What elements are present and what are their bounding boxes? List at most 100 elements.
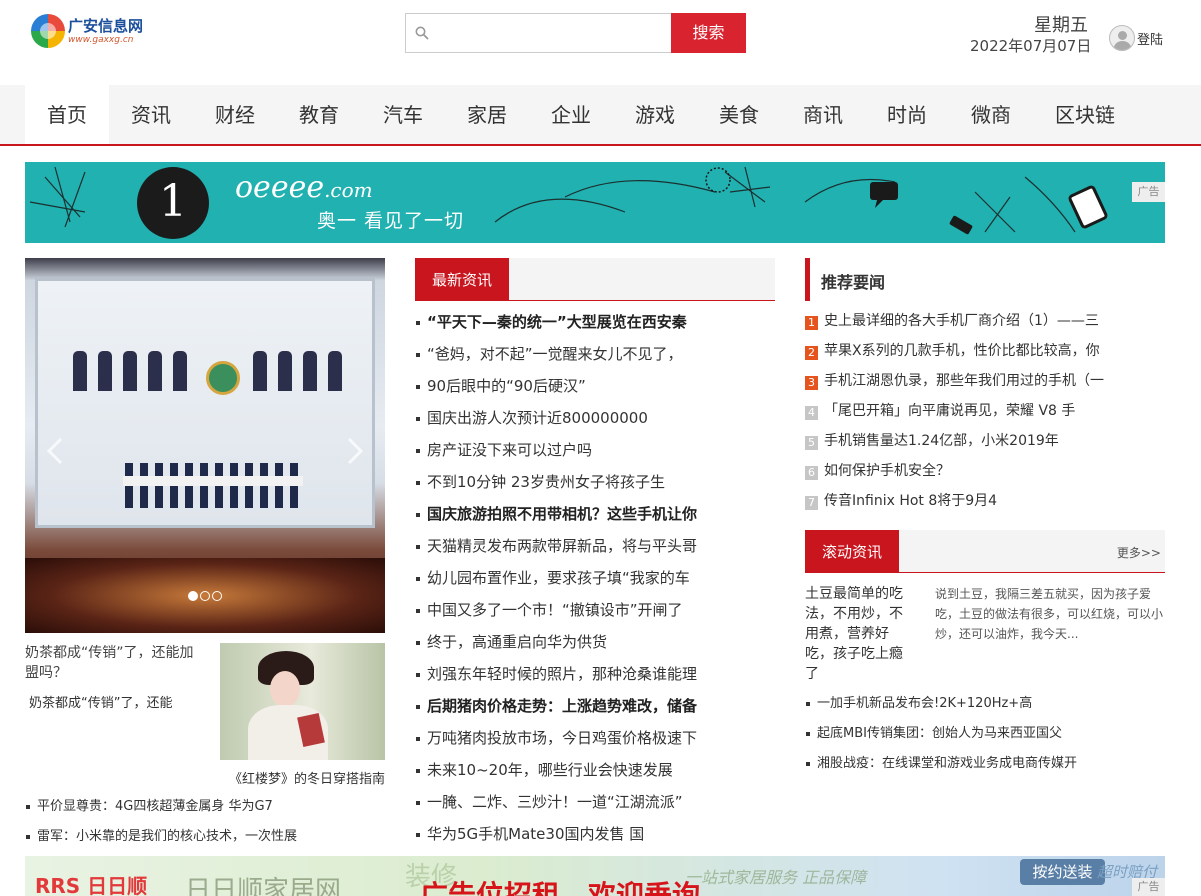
search-input[interactable] xyxy=(436,14,666,52)
rank-badge: 6 xyxy=(805,466,818,480)
banner-ad[interactable]: 1 oeeee.com 奥一 看见了一切 广告 xyxy=(25,162,1165,243)
emblem-icon xyxy=(206,361,240,395)
nav-item-food[interactable]: 美食 xyxy=(697,85,781,144)
nav-item-blockchain[interactable]: 区块链 xyxy=(1033,85,1137,144)
rolling-news-list: 一加手机新品发布会!2K+120Hz+高 起底MBI传销集团：创始人为马来西亚国… xyxy=(805,689,1165,779)
list-item[interactable]: 7 传音Infinix Hot 8将于9月4 xyxy=(805,486,1165,516)
nav-item-games[interactable]: 游戏 xyxy=(613,85,697,144)
list-item[interactable]: 刘强东年轻时候的照片，那种沧桑谁能理 xyxy=(415,658,775,690)
nav-item-business[interactable]: 商讯 xyxy=(781,85,865,144)
list-item[interactable]: “爸妈，对不起”一觉醒来女儿不见了， xyxy=(415,338,775,370)
list-item[interactable]: 华为5G手机Mate30国内发售 国 xyxy=(415,818,775,850)
chevron-left-icon xyxy=(46,437,63,465)
search-icon xyxy=(415,26,429,40)
list-item[interactable]: 90后眼中的“90后硬汉” xyxy=(415,370,775,402)
stage-people-decoration xyxy=(123,463,303,508)
list-item[interactable]: 1 史上最详细的各大手机厂商介绍（1）——三 xyxy=(805,306,1165,336)
list-item[interactable]: 4 「尾巴开箱」向平庸说再见，荣耀 V8 手 xyxy=(805,396,1165,426)
logo-url: www.gaxxg.cn xyxy=(68,35,134,45)
bottom-ad-headline: 广告位招租，欢迎垂询 xyxy=(420,879,701,896)
tab-latest-news[interactable]: 最新资讯 xyxy=(415,258,509,300)
ad-tag: 广告 xyxy=(1132,878,1165,896)
rank-badge: 2 xyxy=(805,346,818,360)
ad-tag: 广告 xyxy=(1132,182,1165,202)
nav-item-finance[interactable]: 财经 xyxy=(193,85,277,144)
rank-badge: 7 xyxy=(805,496,818,510)
list-item[interactable]: 房产证没下来可以过户吗 xyxy=(415,434,775,466)
bottom-banner-ad[interactable]: RRS 日日顺 日日顺家居网 装修 广告位招租，欢迎垂询 一站式家居服务 正品保… xyxy=(25,856,1165,896)
weekday: 星期五 xyxy=(1034,15,1088,36)
nav-item-education[interactable]: 教育 xyxy=(277,85,361,144)
nav-item-home[interactable]: 首页 xyxy=(25,85,109,144)
carousel-next-button[interactable] xyxy=(343,436,367,466)
bottom-ad-faint-text: 一站式家居服务 正品保障 xyxy=(685,868,867,887)
rolling-image-alt[interactable]: 土豆最简单的吃法，不用炒，不用煮，营养好吃，孩子吃上瘾了 xyxy=(805,584,915,684)
list-item[interactable]: 5 手机销售量达1.24亿部，小米2019年 xyxy=(805,426,1165,456)
login-link[interactable]: 登陆 xyxy=(1137,29,1163,48)
list-item[interactable]: 中国又多了一个市！“撤镇设市”开闸了 xyxy=(415,594,775,626)
list-item[interactable]: “平天下—秦的统一”大型展览在西安秦 xyxy=(415,306,775,338)
banner-brand: oeeee.com xyxy=(235,170,373,205)
list-item[interactable]: 起底MBI传销集团：创始人为马来西亚国父 xyxy=(805,719,1165,749)
rank-badge: 1 xyxy=(805,316,818,330)
list-item[interactable]: 万吨猪肉投放市场，今日鸡蛋价格极速下 xyxy=(415,722,775,754)
list-item[interactable]: 国庆出游人次预计近800000000 xyxy=(415,402,775,434)
search-button[interactable]: 搜索 xyxy=(671,13,746,53)
latest-news-list: “平天下—秦的统一”大型展览在西安秦 “爸妈，对不起”一觉醒来女儿不见了， 90… xyxy=(415,306,775,850)
rolling-news-header: 滚动资讯 更多>> xyxy=(805,530,1165,573)
header: 广安信息网 www.gaxxg.cn 搜索 星期五 2022年07月07日 登陆 xyxy=(0,0,1201,85)
rolling-description: 说到土豆，我隔三差五就买，因为孩子爱吃，土豆的做法有很多，可以红烧，可以小炒，还… xyxy=(935,587,1164,641)
date: 2022年07月07日 xyxy=(970,37,1092,55)
list-item[interactable]: 6 如何保护手机安全？ xyxy=(805,456,1165,486)
nav-item-home-living[interactable]: 家居 xyxy=(445,85,529,144)
nav-item-enterprise[interactable]: 企业 xyxy=(529,85,613,144)
list-item[interactable]: 天猫精灵发布两款带屏新品，将与平头哥 xyxy=(415,530,775,562)
main-nav: 首页 资讯 财经 教育 汽车 家居 企业 游戏 美食 商讯 时尚 微商 区块链 xyxy=(0,85,1201,146)
user-avatar-icon[interactable] xyxy=(1109,25,1135,51)
banner-slogan: 奥一 看见了一切 xyxy=(317,210,465,232)
latest-news-header: 最新资讯 xyxy=(415,258,775,301)
list-item[interactable]: 不到10分钟 23岁贵州女子将孩子生 xyxy=(415,466,775,498)
bottom-ad-site: 日日顺家居网 xyxy=(185,876,342,896)
list-item[interactable]: 未来10~20年，哪些行业会快速发展 xyxy=(415,754,775,786)
rank-badge: 4 xyxy=(805,406,818,420)
list-item[interactable]: 国庆旅游拍照不用带相机？这些手机让你 xyxy=(415,498,775,530)
recommended-header: 推荐要闻 xyxy=(805,258,1165,301)
site-logo[interactable]: 广安信息网 www.gaxxg.cn xyxy=(31,14,151,50)
list-item[interactable]: 3 手机江湖恩仇录，那些年我们用过的手机（一 xyxy=(805,366,1165,396)
chevron-right-icon xyxy=(347,437,364,465)
nav-item-news[interactable]: 资讯 xyxy=(109,85,193,144)
list-item[interactable]: 平价显尊贵：4G四核超薄金属身 华为G7 xyxy=(25,796,385,826)
rank-badge: 5 xyxy=(805,436,818,450)
list-item[interactable]: 2 苹果X系列的几款手机，性价比都比较高，你 xyxy=(805,336,1165,366)
carousel-dot[interactable] xyxy=(200,591,210,601)
recommended-list: 1 史上最详细的各大手机厂商介绍（1）——三 2 苹果X系列的几款手机，性价比都比较… xyxy=(805,306,1165,516)
opera-image[interactable] xyxy=(220,643,385,760)
more-link[interactable]: 更多>> xyxy=(1117,544,1161,561)
list-item[interactable]: 湘股战疫：在线课堂和游戏业务成电商传媒开 xyxy=(805,749,1165,779)
carousel-dot[interactable] xyxy=(188,591,198,601)
search-box xyxy=(405,13,671,53)
list-item[interactable]: 幼儿园布置作业，要求孩子填“我家的车 xyxy=(415,562,775,594)
logo-icon xyxy=(31,14,65,48)
rank-badge: 3 xyxy=(805,376,818,390)
list-item[interactable]: 雷军：小米靠的是我们的核心技术，一次性展 xyxy=(25,826,385,856)
list-item[interactable]: 一加手机新品发布会!2K+120Hz+高 xyxy=(805,689,1165,719)
bottom-ad-logo: RRS 日日顺 xyxy=(35,874,148,896)
list-item[interactable]: 后期猪肉价格走势：上涨趋势难改，储备 xyxy=(415,690,775,722)
feature-image-alt[interactable]: 奶茶都成“传销”了，还能加盟吗？ xyxy=(25,643,200,683)
feature-caption[interactable]: 奶茶都成“传销”了，还能 xyxy=(29,692,209,711)
logo-name: 广安信息网 xyxy=(68,17,144,35)
carousel-dot[interactable] xyxy=(212,591,222,601)
carousel-prev-button[interactable] xyxy=(43,436,67,466)
left-news-list: 平价显尊贵：4G四核超薄金属身 华为G7 雷军：小米靠的是我们的核心技术，一次性… xyxy=(25,796,385,856)
opera-image-caption[interactable]: 《红楼梦》的冬日穿搭指南 xyxy=(229,768,385,787)
list-item[interactable]: 终于，高通重启向华为供货 xyxy=(415,626,775,658)
tab-rolling-news[interactable]: 滚动资讯 xyxy=(805,530,899,573)
nav-item-fashion[interactable]: 时尚 xyxy=(865,85,949,144)
image-carousel[interactable] xyxy=(25,258,385,633)
banner-number: 1 xyxy=(137,167,209,239)
nav-item-microbusiness[interactable]: 微商 xyxy=(949,85,1033,144)
list-item[interactable]: 一腌、二炸、三炒汁！一道“江湖流派” xyxy=(415,786,775,818)
nav-item-auto[interactable]: 汽车 xyxy=(361,85,445,144)
